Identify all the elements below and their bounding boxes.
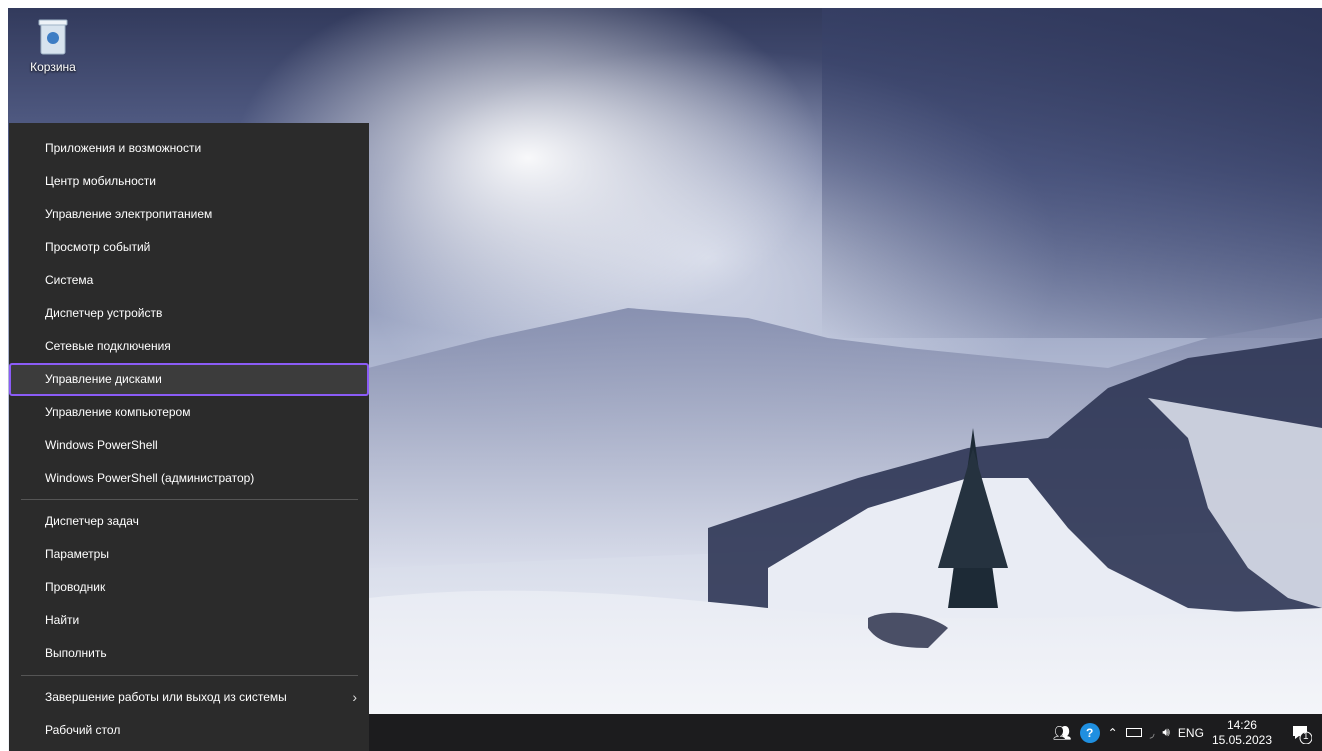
menu-item-network-connections[interactable]: Сетевые подключения xyxy=(9,330,369,363)
system-tray: 👥︎ ? ⌃ ◞ 🔊︎ ENG 14:26 15.05.2023 1 xyxy=(1053,714,1322,751)
menu-item-device-manager[interactable]: Диспетчер устройств xyxy=(9,297,369,330)
menu-item-task-manager[interactable]: Диспетчер задач xyxy=(9,505,369,538)
menu-item-search[interactable]: Найти xyxy=(9,604,369,637)
menu-item-shutdown[interactable]: Завершение работы или выход из системы › xyxy=(9,681,369,714)
menu-item-computer-management[interactable]: Управление компьютером xyxy=(9,396,369,429)
clock-date: 15.05.2023 xyxy=(1211,732,1272,747)
recycle-bin-label: Корзина xyxy=(30,60,76,74)
clock-time: 14:26 xyxy=(1226,717,1257,732)
people-icon[interactable]: 👥︎ xyxy=(1053,724,1072,742)
menu-item-mobility-center[interactable]: Центр мобильности xyxy=(9,165,369,198)
menu-item-shutdown-label: Завершение работы или выход из системы xyxy=(45,690,287,704)
menu-item-event-viewer[interactable]: Просмотр событий xyxy=(9,231,369,264)
clock[interactable]: 14:26 15.05.2023 xyxy=(1212,718,1272,748)
menu-item-settings[interactable]: Параметры xyxy=(9,538,369,571)
menu-item-desktop[interactable]: Рабочий стол xyxy=(9,714,369,747)
help-icon[interactable]: ? xyxy=(1079,722,1100,743)
chevron-up-icon[interactable]: ⌃ xyxy=(1108,726,1118,740)
notification-count: 1 xyxy=(1303,730,1309,742)
menu-item-powershell[interactable]: Windows PowerShell xyxy=(9,429,369,462)
winx-context-menu: Приложения и возможности Центр мобильнос… xyxy=(9,123,369,751)
chevron-right-icon: › xyxy=(352,689,357,705)
menu-separator xyxy=(21,499,358,500)
menu-item-system[interactable]: Система xyxy=(9,264,369,297)
menu-item-run[interactable]: Выполнить xyxy=(9,637,369,670)
menu-item-power-options[interactable]: Управление электропитанием xyxy=(9,198,369,231)
taskbar: 👥︎ ? ⌃ ◞ 🔊︎ ENG 14:26 15.05.2023 1 xyxy=(369,714,1322,751)
volume-icon[interactable]: 🔊︎ xyxy=(1162,725,1170,740)
recycle-bin-shortcut[interactable]: Корзина xyxy=(18,16,88,74)
recycle-bin-icon xyxy=(37,16,69,56)
menu-item-file-explorer[interactable]: Проводник xyxy=(9,571,369,604)
menu-item-powershell-admin[interactable]: Windows PowerShell (администратор) xyxy=(9,462,369,495)
wifi-icon[interactable]: ◞ xyxy=(1150,726,1155,740)
menu-item-apps-features[interactable]: Приложения и возможности xyxy=(9,132,369,165)
battery-icon[interactable] xyxy=(1125,728,1142,737)
menu-item-disk-management[interactable]: Управление дисками xyxy=(9,363,369,396)
menu-separator xyxy=(21,675,358,676)
language-indicator[interactable]: ENG xyxy=(1178,726,1204,740)
notification-icon[interactable]: 1 xyxy=(1290,722,1313,744)
